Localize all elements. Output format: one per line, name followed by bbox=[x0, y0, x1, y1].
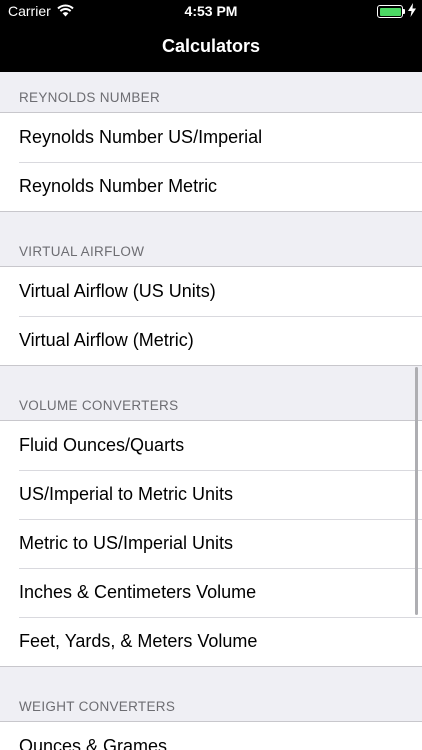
list-item-label: Ounces & Grames bbox=[19, 736, 168, 750]
list-item-label: Reynolds Number US/Imperial bbox=[19, 127, 263, 147]
list-item[interactable]: Ounces & Grames bbox=[0, 722, 422, 750]
section-volume-converters: Fluid Ounces/Quarts US/Imperial to Metri… bbox=[0, 420, 422, 667]
page-title: Calculators bbox=[161, 36, 261, 56]
calculator-list: REYNOLDS NUMBER Reynolds Number US/Imper… bbox=[0, 72, 422, 750]
list-item[interactable]: Fluid Ounces/Quarts bbox=[0, 421, 422, 470]
navigation-bar: Carrier 4:53 PM Calculators bbox=[0, 0, 422, 72]
list-item[interactable]: Virtual Airflow (Metric) bbox=[0, 316, 422, 365]
section-header-label: VIRTUAL AIRFLOW bbox=[19, 244, 145, 259]
list-item-label: Virtual Airflow (US Units) bbox=[19, 281, 216, 301]
section-weight-converters: Ounces & Grames bbox=[0, 721, 422, 750]
list-item-label: US/Imperial to Metric Units bbox=[19, 484, 234, 504]
list-item[interactable]: Virtual Airflow (US Units) bbox=[0, 267, 422, 316]
list-item[interactable]: Reynolds Number US/Imperial bbox=[0, 113, 422, 162]
list-item-label: Virtual Airflow (Metric) bbox=[19, 330, 194, 350]
section-header: WEIGHT CONVERTERS bbox=[0, 667, 422, 721]
list-item[interactable]: Feet, Yards, & Meters Volume bbox=[0, 617, 422, 666]
list-item[interactable]: Reynolds Number Metric bbox=[0, 162, 422, 211]
section-reynolds-number: Reynolds Number US/Imperial Reynolds Num… bbox=[0, 112, 422, 212]
list-item-label: Metric to US/Imperial Units bbox=[19, 533, 234, 553]
list-item-label: Feet, Yards, & Meters Volume bbox=[19, 631, 258, 651]
section-virtual-airflow: Virtual Airflow (US Units) Virtual Airfl… bbox=[0, 266, 422, 366]
list-item-label: Fluid Ounces/Quarts bbox=[19, 435, 185, 455]
section-header-label: REYNOLDS NUMBER bbox=[19, 90, 161, 105]
list-item[interactable]: Metric to US/Imperial Units bbox=[0, 519, 422, 568]
battery-tip bbox=[403, 9, 405, 14]
list-item[interactable]: US/Imperial to Metric Units bbox=[0, 470, 422, 519]
clock-time: 4:53 PM bbox=[184, 3, 238, 19]
charging-bolt-icon bbox=[408, 3, 416, 17]
section-header: REYNOLDS NUMBER bbox=[0, 72, 422, 112]
list-item-label: Reynolds Number Metric bbox=[19, 176, 218, 196]
status-bar: Carrier 4:53 PM bbox=[0, 0, 422, 24]
list-item-label: Inches & Centimeters Volume bbox=[19, 582, 257, 602]
section-header-label: VOLUME CONVERTERS bbox=[19, 398, 179, 413]
scroll-indicator[interactable] bbox=[415, 367, 418, 615]
section-header: VOLUME CONVERTERS bbox=[0, 366, 422, 420]
section-header-label: WEIGHT CONVERTERS bbox=[19, 699, 176, 714]
list-item[interactable]: Inches & Centimeters Volume bbox=[0, 568, 422, 617]
battery-icon bbox=[377, 5, 403, 18]
section-header: VIRTUAL AIRFLOW bbox=[0, 212, 422, 266]
